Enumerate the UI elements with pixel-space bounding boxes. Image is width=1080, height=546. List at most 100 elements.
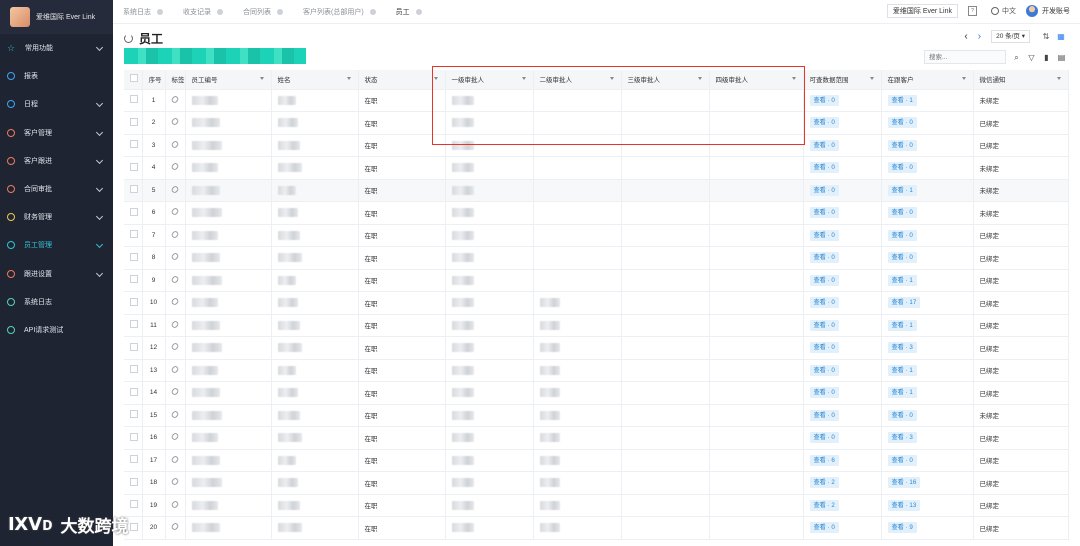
row-checkbox[interactable] [130, 500, 138, 509]
view-customers-badge[interactable]: 查看 · 0 [887, 229, 917, 241]
view-scope-badge[interactable]: 查看 · 0 [809, 522, 839, 534]
view-scope-badge[interactable]: 查看 · 0 [809, 162, 839, 174]
caret-down-icon[interactable] [791, 77, 796, 80]
sidebar-item[interactable]: 报表 [0, 62, 113, 90]
select-all-cell[interactable] [124, 70, 143, 90]
row-select-cell[interactable] [124, 134, 143, 157]
row-tag-cell[interactable] [165, 494, 186, 517]
row-select-cell[interactable] [124, 291, 143, 315]
table-row[interactable]: 12 在职 查看 · 0 查看 · 3 已绑定 [124, 336, 1069, 360]
col-data-scope[interactable]: 可查数据范围 [803, 70, 882, 90]
row-select-cell[interactable] [124, 314, 143, 337]
row-tag-cell[interactable] [165, 179, 186, 202]
paperclip-icon[interactable] [169, 319, 180, 329]
paperclip-icon[interactable] [169, 162, 180, 172]
col-status[interactable]: 状态 [358, 70, 446, 90]
view-customers-badge[interactable]: 查看 · 1 [887, 319, 917, 331]
row-checkbox[interactable] [130, 140, 138, 149]
paperclip-icon[interactable] [169, 252, 180, 262]
view-scope-badge[interactable]: 查看 · 0 [809, 274, 839, 286]
view-customers-badge[interactable]: 查看 · 0 [887, 162, 917, 174]
view-scope-badge[interactable]: 查看 · 0 [809, 387, 839, 399]
row-tag-cell[interactable] [165, 449, 186, 472]
row-select-cell[interactable] [124, 336, 143, 360]
col-name[interactable]: 姓名 [271, 70, 359, 90]
row-tag-cell[interactable] [165, 269, 186, 292]
row-select-cell[interactable] [124, 426, 143, 450]
row-checkbox[interactable] [130, 522, 138, 531]
close-tab-icon[interactable] [415, 8, 422, 15]
tab[interactable]: 合同列表 [233, 0, 283, 24]
caret-down-icon[interactable] [346, 77, 351, 80]
language-switch[interactable]: 中文 [991, 6, 1016, 16]
row-tag-cell[interactable] [165, 111, 186, 135]
view-customers-badge[interactable]: 查看 · 0 [887, 207, 917, 219]
close-tab-icon[interactable] [277, 8, 283, 15]
caret-down-icon[interactable] [869, 77, 874, 80]
view-scope-badge[interactable]: 查看 · 0 [809, 207, 839, 219]
row-checkbox[interactable] [130, 230, 138, 239]
paperclip-icon[interactable] [169, 342, 180, 352]
row-checkbox[interactable] [130, 252, 138, 261]
table-row[interactable]: 15 在职 查看 · 0 查看 · 0 未绑定 [124, 404, 1069, 427]
view-customers-badge[interactable]: 查看 · 17 [887, 297, 921, 309]
col-emp-no[interactable]: 员工编号 [185, 70, 272, 90]
row-checkbox[interactable] [130, 477, 138, 486]
help-doc-icon[interactable]: ? [968, 6, 977, 16]
col-wechat[interactable]: 微信通知 [973, 70, 1069, 90]
brand[interactable]: 爱维国际 Ever Link [0, 0, 113, 34]
view-scope-badge[interactable]: 查看 · 0 [809, 184, 839, 196]
view-customers-badge[interactable]: 查看 · 13 [887, 499, 921, 511]
table-row[interactable]: 14 在职 查看 · 0 查看 · 1 已绑定 [124, 381, 1069, 405]
table-row[interactable]: 5 在职 查看 · 0 查看 · 1 未绑定 [124, 179, 1069, 202]
caret-down-icon[interactable] [697, 77, 702, 80]
sidebar-item[interactable]: 员工管理 [0, 231, 113, 259]
tab[interactable]: 收支记录 [173, 0, 223, 24]
view-customers-badge[interactable]: 查看 · 1 [887, 274, 917, 286]
paperclip-icon[interactable] [169, 364, 180, 374]
view-customers-badge[interactable]: 查看 · 3 [887, 432, 917, 444]
view-scope-badge[interactable]: 查看 · 2 [809, 499, 839, 511]
view-customers-badge[interactable]: 查看 · 0 [887, 252, 917, 264]
chart-icon[interactable]: ▮ [1042, 53, 1051, 62]
row-tag-cell[interactable] [165, 89, 186, 112]
sidebar-item[interactable]: 跟进设置 [0, 260, 113, 288]
sidebar-item[interactable]: 系统日志 [0, 288, 113, 316]
table-row[interactable]: 11 在职 查看 · 0 查看 · 1 已绑定 [124, 314, 1069, 337]
col-approver4[interactable]: 四级审批人 [709, 70, 804, 90]
table-row[interactable]: 8 在职 查看 · 0 查看 · 0 已绑定 [124, 246, 1069, 270]
view-scope-badge[interactable]: 查看 · 0 [809, 319, 839, 331]
col-approver2[interactable]: 二级审批人 [533, 70, 622, 90]
sidebar-item[interactable]: 合同审批 [0, 175, 113, 203]
table-row[interactable]: 6 在职 查看 · 0 查看 · 0 未绑定 [124, 201, 1069, 225]
row-checkbox[interactable] [130, 95, 138, 104]
table-row[interactable]: 19 在职 查看 · 2 查看 · 13 已绑定 [124, 494, 1069, 517]
col-approver1[interactable]: 一级审批人 [445, 70, 534, 90]
row-checkbox[interactable] [130, 320, 138, 329]
search-icon[interactable]: ⌕ [1012, 53, 1021, 62]
tab[interactable]: 员工 [386, 0, 422, 24]
view-scope-badge[interactable]: 查看 · 0 [809, 229, 839, 241]
row-checkbox[interactable] [130, 275, 138, 284]
sidebar-item[interactable]: 日程 [0, 90, 113, 118]
paperclip-icon[interactable] [169, 387, 180, 397]
table-row[interactable]: 16 在职 查看 · 0 查看 · 3 已绑定 [124, 426, 1069, 450]
table-row[interactable]: 18 在职 查看 · 2 查看 · 16 已绑定 [124, 471, 1069, 495]
view-scope-badge[interactable]: 查看 · 0 [809, 297, 839, 309]
row-checkbox[interactable] [130, 117, 138, 126]
row-checkbox[interactable] [130, 455, 138, 464]
paperclip-icon[interactable] [169, 522, 180, 532]
row-select-cell[interactable] [124, 404, 143, 427]
paperclip-icon[interactable] [169, 274, 180, 284]
table-row[interactable]: 7 在职 查看 · 0 查看 · 0 已绑定 [124, 224, 1069, 247]
row-select-cell[interactable] [124, 111, 143, 135]
view-customers-badge[interactable]: 查看 · 1 [887, 364, 917, 376]
paperclip-icon[interactable] [169, 94, 180, 104]
row-checkbox[interactable] [130, 207, 138, 216]
table-row[interactable]: 10 在职 查看 · 0 查看 · 17 已绑定 [124, 291, 1069, 315]
paperclip-icon[interactable] [169, 207, 180, 217]
col-approver3[interactable]: 三级审批人 [621, 70, 710, 90]
paperclip-icon[interactable] [169, 117, 180, 127]
row-checkbox[interactable] [130, 432, 138, 441]
row-select-cell[interactable] [124, 471, 143, 495]
